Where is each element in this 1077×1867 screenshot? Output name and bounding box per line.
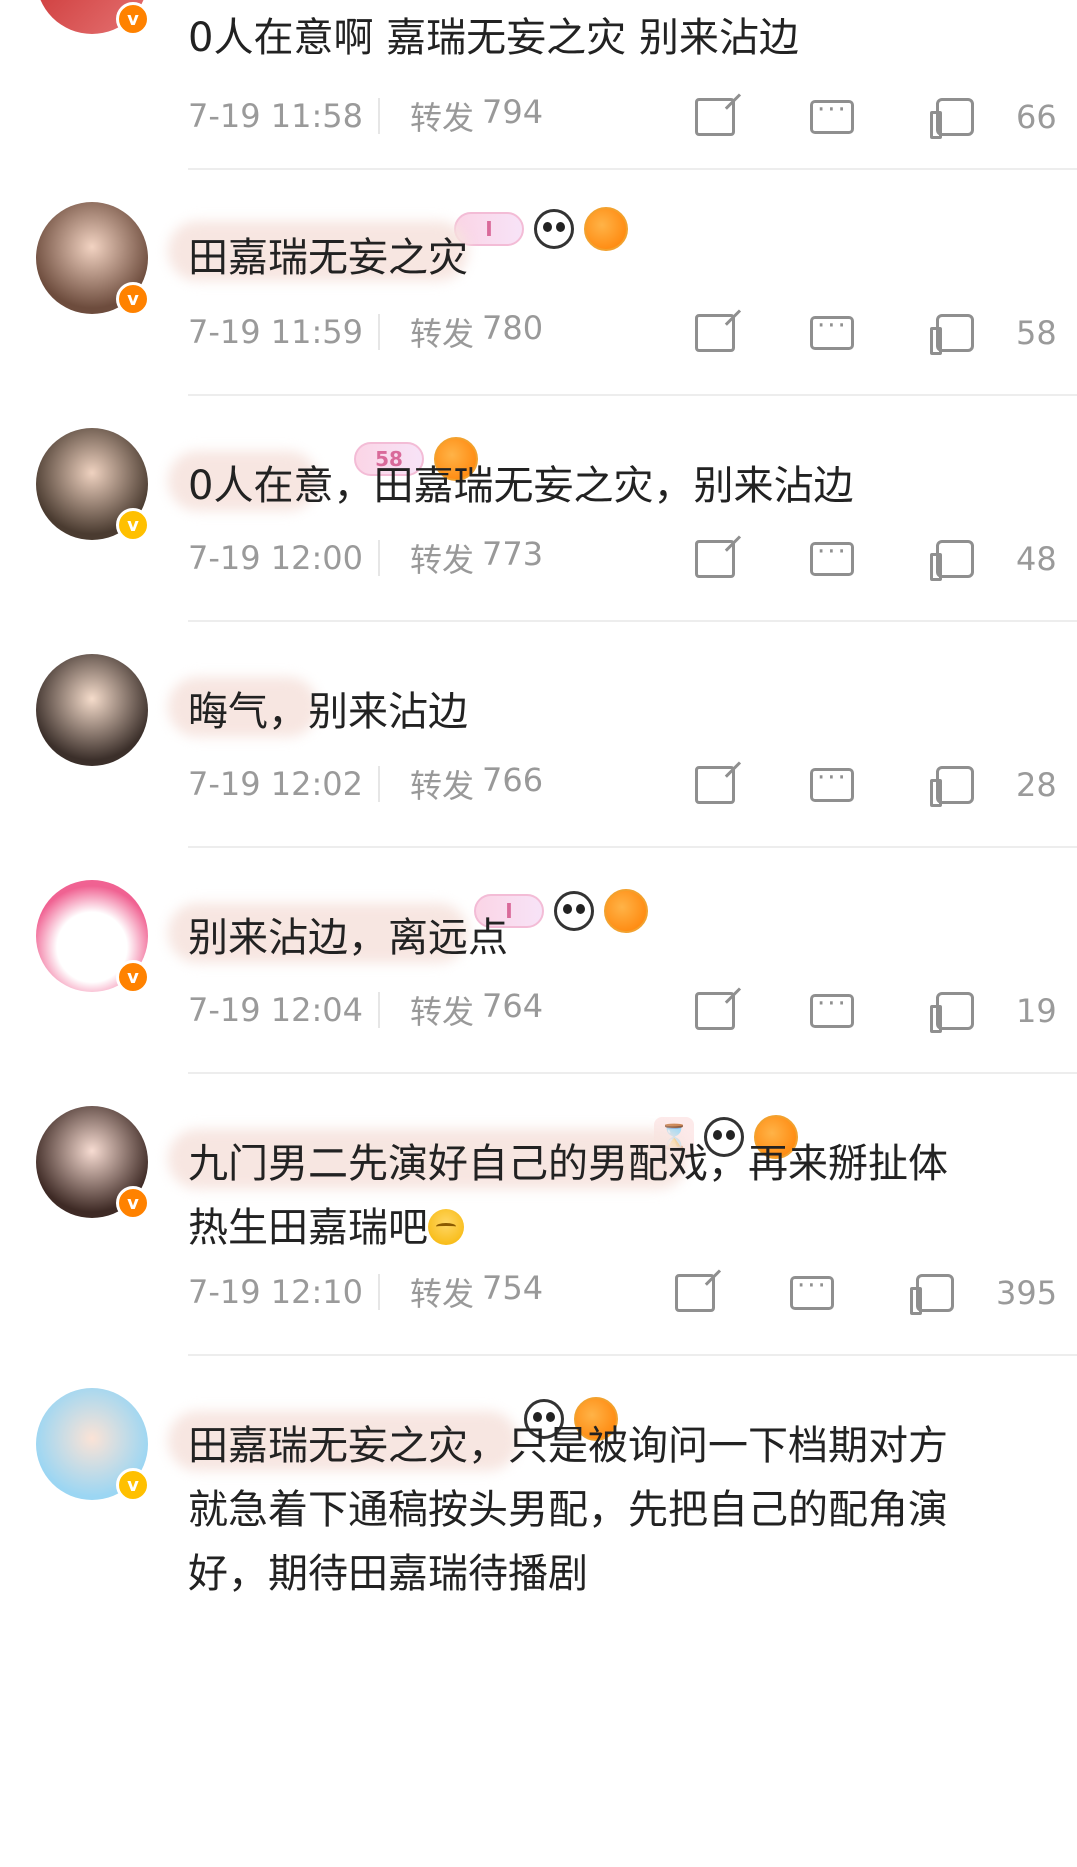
repost-label: 转发 <box>410 1275 475 1313</box>
comment-time: 7-19 11:59 <box>188 313 364 351</box>
like-count: 28 <box>1016 766 1057 804</box>
thumbs-up-icon <box>930 992 974 1033</box>
comment-icon[interactable] <box>810 311 854 350</box>
avatar[interactable]: v <box>36 1106 150 1220</box>
divider <box>188 1354 1077 1356</box>
verified-badge-icon: v <box>116 960 150 994</box>
meta-divider <box>378 314 380 350</box>
thumbs-up-icon <box>910 1274 954 1315</box>
comment-text-line: 田嘉瑞无妄之灾，只是被询问一下档期对方 <box>188 1423 948 1469</box>
avatar[interactable]: v <box>36 1388 150 1502</box>
like-count: 58 <box>1016 314 1057 352</box>
repost-button[interactable]: 转发 794 <box>410 93 670 139</box>
comment-icon[interactable] <box>810 95 854 134</box>
comment-text: 田嘉瑞无妄之灾 <box>188 235 468 281</box>
repost-label: 转发 <box>410 541 475 579</box>
like-button[interactable]: 28 <box>930 766 1057 807</box>
comment-text: 九门男二先演好自己的男配戏，再来掰扯体 热生田嘉瑞吧 <box>188 1132 1047 1260</box>
comment-meta: 7-19 12:00 转发 773 <box>188 535 1047 581</box>
comment-time: 7-19 12:02 <box>188 765 364 803</box>
like-button[interactable]: 19 <box>930 992 1057 1033</box>
avatar[interactable] <box>36 654 148 766</box>
repost-label: 转发 <box>410 993 475 1031</box>
like-button[interactable]: 48 <box>930 540 1057 581</box>
like-count: 19 <box>1016 992 1057 1030</box>
verified-badge-icon: v <box>116 1186 150 1220</box>
divider <box>188 620 1077 622</box>
thumbs-up-icon <box>930 314 974 355</box>
meta-divider <box>378 98 380 134</box>
comment-meta: 7-19 12:02 转发 766 <box>188 761 1047 807</box>
share-icon[interactable] <box>675 1274 715 1312</box>
share-icon[interactable] <box>695 314 735 352</box>
meta-divider <box>378 1274 380 1310</box>
comment-time: 7-19 12:04 <box>188 991 364 1029</box>
comment-text-line: 好，期待田嘉瑞待播剧 <box>188 1551 588 1597</box>
repost-button[interactable]: 转发 773 <box>410 535 670 581</box>
repost-count: 766 <box>482 761 544 799</box>
share-icon[interactable] <box>695 992 735 1030</box>
verified-badge-icon: v <box>116 2 150 36</box>
avatar[interactable]: v <box>36 880 150 994</box>
meta-divider <box>378 992 380 1028</box>
comment-icon[interactable] <box>790 1271 834 1310</box>
comment-time: 7-19 11:58 <box>188 97 364 135</box>
repost-label: 转发 <box>410 767 475 805</box>
meta-divider <box>378 766 380 802</box>
avatar[interactable]: v <box>36 428 150 542</box>
comment-icon[interactable] <box>810 763 854 802</box>
repost-button[interactable]: 转发 766 <box>410 761 670 807</box>
repost-button[interactable]: 转发 754 <box>410 1269 670 1315</box>
comment-text-line: 就急着下通稿按头男配，先把自己的配角演 <box>188 1487 948 1533</box>
comment-meta: 7-19 12:04 转发 764 <box>188 987 1047 1033</box>
divider <box>188 1072 1077 1074</box>
meta-divider <box>378 540 380 576</box>
verified-badge-icon: v <box>116 282 150 316</box>
repost-label: 转发 <box>410 99 475 137</box>
comment-icon[interactable] <box>810 537 854 576</box>
avatar[interactable]: v <box>36 202 150 316</box>
comment-meta: 7-19 11:58 转发 794 <box>188 93 1047 139</box>
comment-text: 别来沾边，离远点 <box>188 915 508 961</box>
like-count: 395 <box>996 1274 1058 1312</box>
repost-label: 转发 <box>410 315 475 353</box>
repost-count: 754 <box>482 1269 544 1307</box>
comment-text-line: 热生田嘉瑞吧 <box>188 1196 1047 1260</box>
repost-count: 764 <box>482 987 544 1025</box>
share-icon[interactable] <box>695 766 735 804</box>
comment-text: 晦气，别来沾边 <box>188 689 468 735</box>
thumbs-up-icon <box>930 98 974 139</box>
like-count: 66 <box>1016 98 1057 136</box>
divider <box>188 168 1077 170</box>
like-button[interactable]: 66 <box>930 98 1057 139</box>
like-button[interactable]: 58 <box>930 314 1057 355</box>
repost-count: 773 <box>482 535 544 573</box>
thumbs-up-icon <box>930 766 974 807</box>
thumbs-up-icon <box>930 540 974 581</box>
comment-text: 田嘉瑞无妄之灾，只是被询问一下档期对方 就急着下通稿按头男配，先把自己的配角演 … <box>188 1414 1047 1606</box>
comment-time: 7-19 12:10 <box>188 1273 364 1311</box>
verified-badge-icon: v <box>116 1468 150 1502</box>
comment-feed: v 0人在意啊 嘉瑞无妄之灾 别来沾边 7-19 11:58 转发 794 66… <box>0 0 1077 1867</box>
divider <box>188 394 1077 396</box>
repost-button[interactable]: 转发 764 <box>410 987 670 1033</box>
verified-badge-icon: v <box>116 508 150 542</box>
repost-button[interactable]: 转发 780 <box>410 309 670 355</box>
share-icon[interactable] <box>695 98 735 136</box>
like-button[interactable]: 395 <box>910 1274 1058 1315</box>
thinking-face-icon <box>428 1209 464 1245</box>
comment-text-line: 九门男二先演好自己的男配戏，再来掰扯体 <box>188 1141 948 1187</box>
like-count: 48 <box>1016 540 1057 578</box>
repost-count: 780 <box>482 309 544 347</box>
comment-time: 7-19 12:00 <box>188 539 364 577</box>
divider <box>188 846 1077 848</box>
comment-meta: 7-19 11:59 转发 780 <box>188 309 1047 355</box>
comment-icon[interactable] <box>810 989 854 1028</box>
comment-text: 0人在意啊 嘉瑞无妄之灾 别来沾边 <box>188 15 799 61</box>
share-icon[interactable] <box>695 540 735 578</box>
avatar[interactable]: v <box>36 0 150 36</box>
comment-text: 0人在意，田嘉瑞无妄之灾，别来沾边 <box>188 463 854 509</box>
repost-count: 794 <box>482 93 544 131</box>
